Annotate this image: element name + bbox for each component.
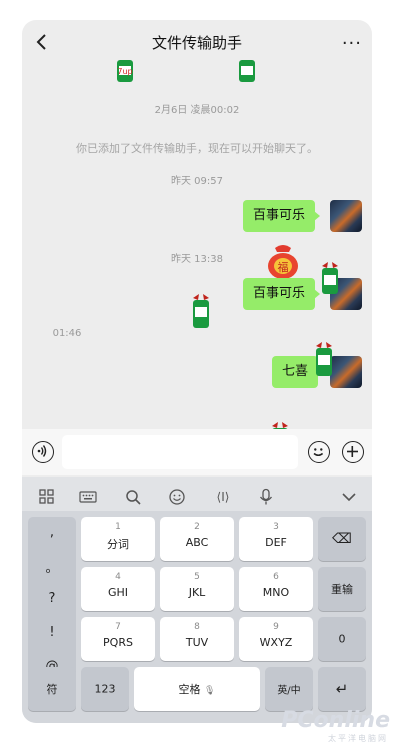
keyboard: , 。 ? ! @ 1 分词 2 ABC 3 DEF ⌫ 4 GHI 5 J — [22, 511, 372, 723]
key-label: GHI — [107, 586, 129, 599]
reset-label: 重输 — [331, 583, 353, 596]
message-bubble[interactable]: 百事可乐 — [243, 278, 321, 310]
can-sticker-icon — [316, 342, 332, 376]
language-label: 英/中 — [277, 685, 301, 697]
watermark-sub: 太平洋电脑网 — [328, 734, 388, 743]
lucky-bag-sticker-icon: 福 — [268, 245, 298, 279]
input-bar — [22, 429, 372, 475]
key-label: MNO — [262, 586, 290, 599]
backspace-key[interactable]: ⌫ — [318, 517, 366, 561]
key-label: 分词 — [107, 538, 129, 551]
symbol-label: 符 — [46, 683, 58, 696]
key-label: DEF — [265, 536, 287, 549]
key-number: 9 — [273, 622, 279, 632]
chat-title: 文件传输助手 — [151, 33, 242, 52]
symbol-key[interactable]: 符 — [28, 667, 76, 711]
key-label: JKL — [188, 586, 206, 599]
timestamp: 01:46 — [52, 328, 82, 339]
punct-key[interactable]: 。 — [28, 557, 76, 576]
search-icon[interactable] — [124, 488, 142, 506]
key-number: 8 — [194, 622, 200, 632]
phone-screen: 文件传输助手 ··· 7up 2月6日 凌晨00:02 你已添加了文件传输助手，… — [22, 20, 372, 723]
key-label: PQRS — [103, 636, 133, 649]
system-notice: 你已添加了文件传输助手，现在可以开始聊天了。 — [76, 142, 318, 155]
space-label: 空格 🎙 — [134, 681, 260, 697]
key-7[interactable]: 7 PQRS — [81, 617, 155, 661]
key-number: 6 — [273, 572, 279, 582]
top-bar: 文件传输助手 ··· — [22, 20, 372, 64]
emoji-button[interactable] — [308, 441, 330, 463]
grid-menu-icon[interactable] — [38, 488, 56, 506]
punct-key[interactable]: ! — [28, 625, 76, 640]
message-input[interactable] — [62, 435, 298, 469]
key-number: 4 — [115, 572, 121, 582]
message-bubble[interactable]: 百事可乐 — [243, 200, 321, 232]
space-key[interactable]: 空格 🎙 — [134, 667, 260, 711]
key-3[interactable]: 3 DEF — [239, 517, 313, 561]
key-number: 2 — [194, 522, 200, 532]
smiley-icon — [313, 448, 324, 456]
can-sticker-icon: 7up — [117, 60, 133, 82]
key-1[interactable]: 1 分词 — [81, 517, 155, 561]
key-5[interactable]: 5 JKL — [160, 567, 234, 611]
watermark-logo: PConline — [281, 708, 390, 733]
zero-key[interactable]: 0 — [318, 617, 366, 661]
chat-area: 7up 2月6日 凌晨00:02 你已添加了文件传输助手，现在可以开始聊天了。 … — [22, 60, 372, 472]
number-mode-label: 123 — [94, 682, 116, 696]
chevron-down-icon[interactable] — [340, 488, 358, 506]
number-mode-key[interactable]: 123 — [81, 667, 129, 711]
voice-button[interactable] — [32, 441, 54, 463]
can-sticker-icon — [322, 262, 338, 294]
timestamp: 昨天 09:57 — [171, 176, 223, 187]
keyboard-icon[interactable] — [79, 488, 97, 506]
more-options-icon[interactable]: ··· — [342, 33, 362, 54]
mic-small-icon: 🎙 — [204, 686, 216, 696]
key-label: TUV — [185, 636, 209, 649]
punct-key[interactable]: ? — [28, 591, 76, 606]
can-sticker-icon — [193, 294, 209, 328]
backspace-icon: ⌫ — [332, 531, 352, 547]
voice-icon — [37, 445, 47, 457]
microphone-icon[interactable] — [257, 488, 275, 506]
key-number: 1 — [115, 522, 121, 532]
language-key[interactable]: 英/中 — [265, 667, 313, 711]
space-text: 空格 — [178, 683, 201, 696]
cursor-move-icon[interactable]: ⟨I⟩ — [208, 488, 238, 506]
add-button[interactable] — [342, 441, 364, 463]
key-label: WXYZ — [259, 636, 293, 649]
key-number: 3 — [273, 522, 279, 532]
key-6[interactable]: 6 MNO — [239, 567, 313, 611]
key-9[interactable]: 9 WXYZ — [239, 617, 313, 661]
can-sticker-icon — [239, 60, 255, 82]
timestamp: 2月6日 凌晨00:02 — [154, 105, 240, 116]
emoji-icon[interactable] — [168, 488, 186, 506]
can-brand: 7up — [117, 67, 132, 76]
enter-icon: ↵ — [335, 680, 349, 698]
avatar[interactable] — [330, 200, 362, 232]
key-number: 7 — [115, 622, 121, 632]
zero-label: 0 — [338, 632, 346, 646]
key-2[interactable]: 2 ABC — [160, 517, 234, 561]
plus-icon — [347, 446, 358, 457]
reset-key[interactable]: 重输 — [318, 567, 366, 611]
key-number: 5 — [194, 572, 200, 582]
key-8[interactable]: 8 TUV — [160, 617, 234, 661]
key-4[interactable]: 4 GHI — [81, 567, 155, 611]
key-label: ABC — [185, 536, 209, 549]
sticker-char: 福 — [278, 260, 289, 274]
enter-key[interactable]: ↵ — [318, 667, 366, 711]
punct-key[interactable]: , — [28, 525, 76, 540]
back-arrow-icon[interactable] — [32, 32, 52, 52]
